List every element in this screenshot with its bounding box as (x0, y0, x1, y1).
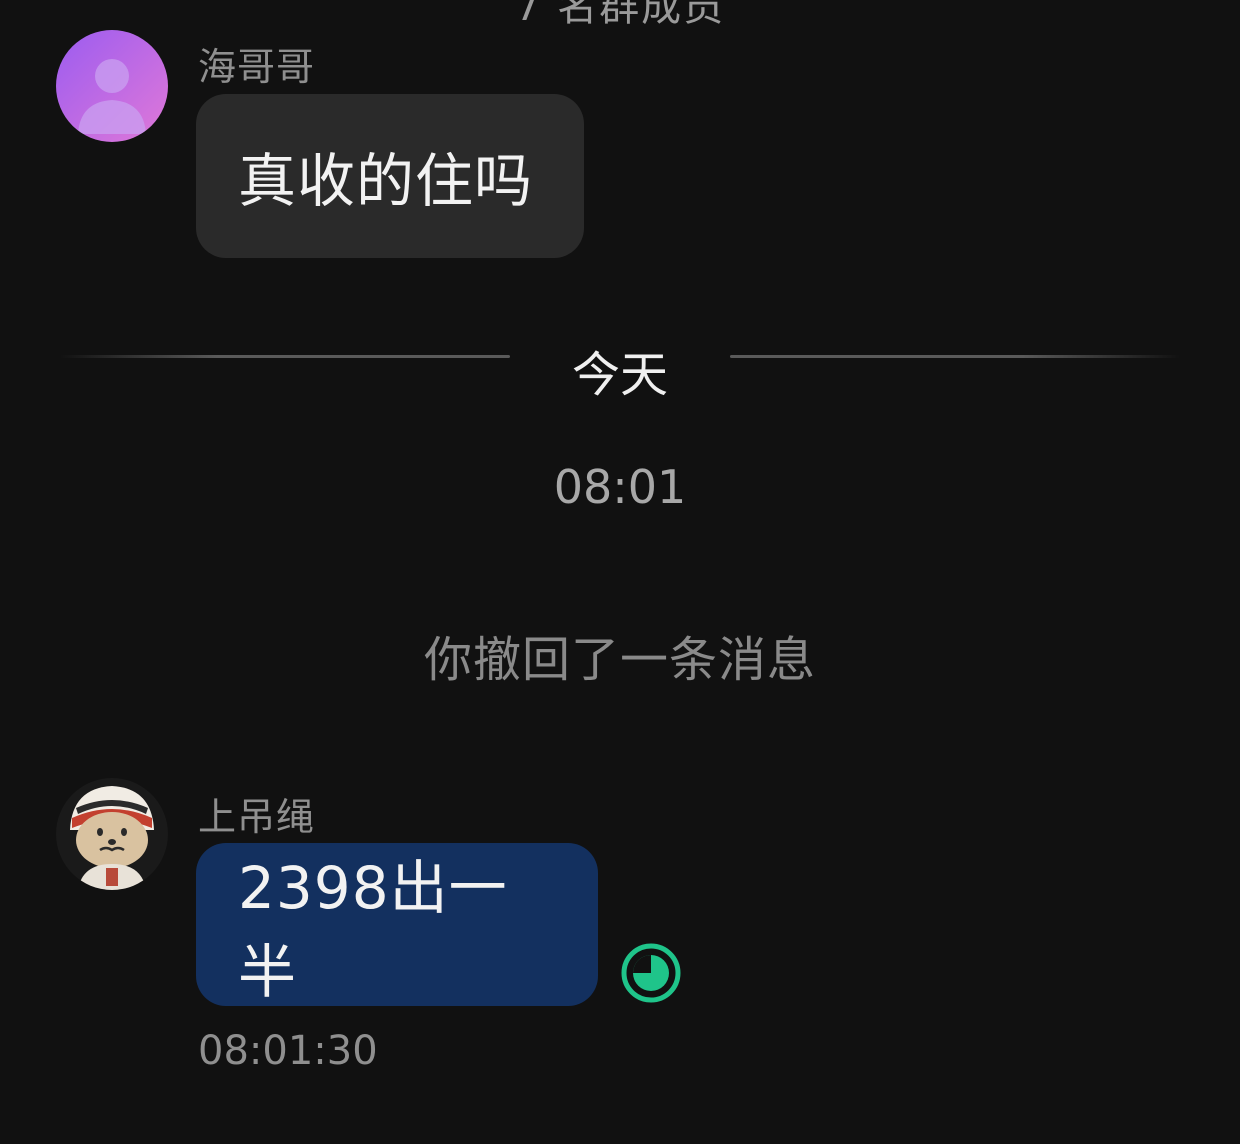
default-user-icon (56, 30, 168, 142)
sender-name: 上吊绳 (198, 795, 316, 839)
pending-clock-icon (620, 942, 682, 1004)
message-bubble[interactable]: 真收的住吗 (196, 94, 584, 258)
group-members-banner: 7 名群成员 (514, 0, 726, 30)
bear-avatar-icon (56, 778, 168, 890)
message-text: 真收的住吗 (238, 147, 534, 215)
message-text: 2398出一半 (238, 853, 508, 1006)
divider-line (730, 355, 1180, 358)
sender-name: 海哥哥 (198, 45, 316, 89)
date-divider-label: 今天 (571, 347, 668, 403)
timestamp: 08:01 (553, 460, 687, 514)
avatar[interactable] (56, 778, 168, 890)
message-time: 08:01:30 (198, 1028, 378, 1074)
avatar[interactable] (56, 30, 168, 142)
divider-line (60, 355, 510, 358)
recall-notice: 你撤回了一条消息 (423, 632, 816, 688)
message-bubble[interactable]: 2398出一半 (196, 843, 598, 1006)
